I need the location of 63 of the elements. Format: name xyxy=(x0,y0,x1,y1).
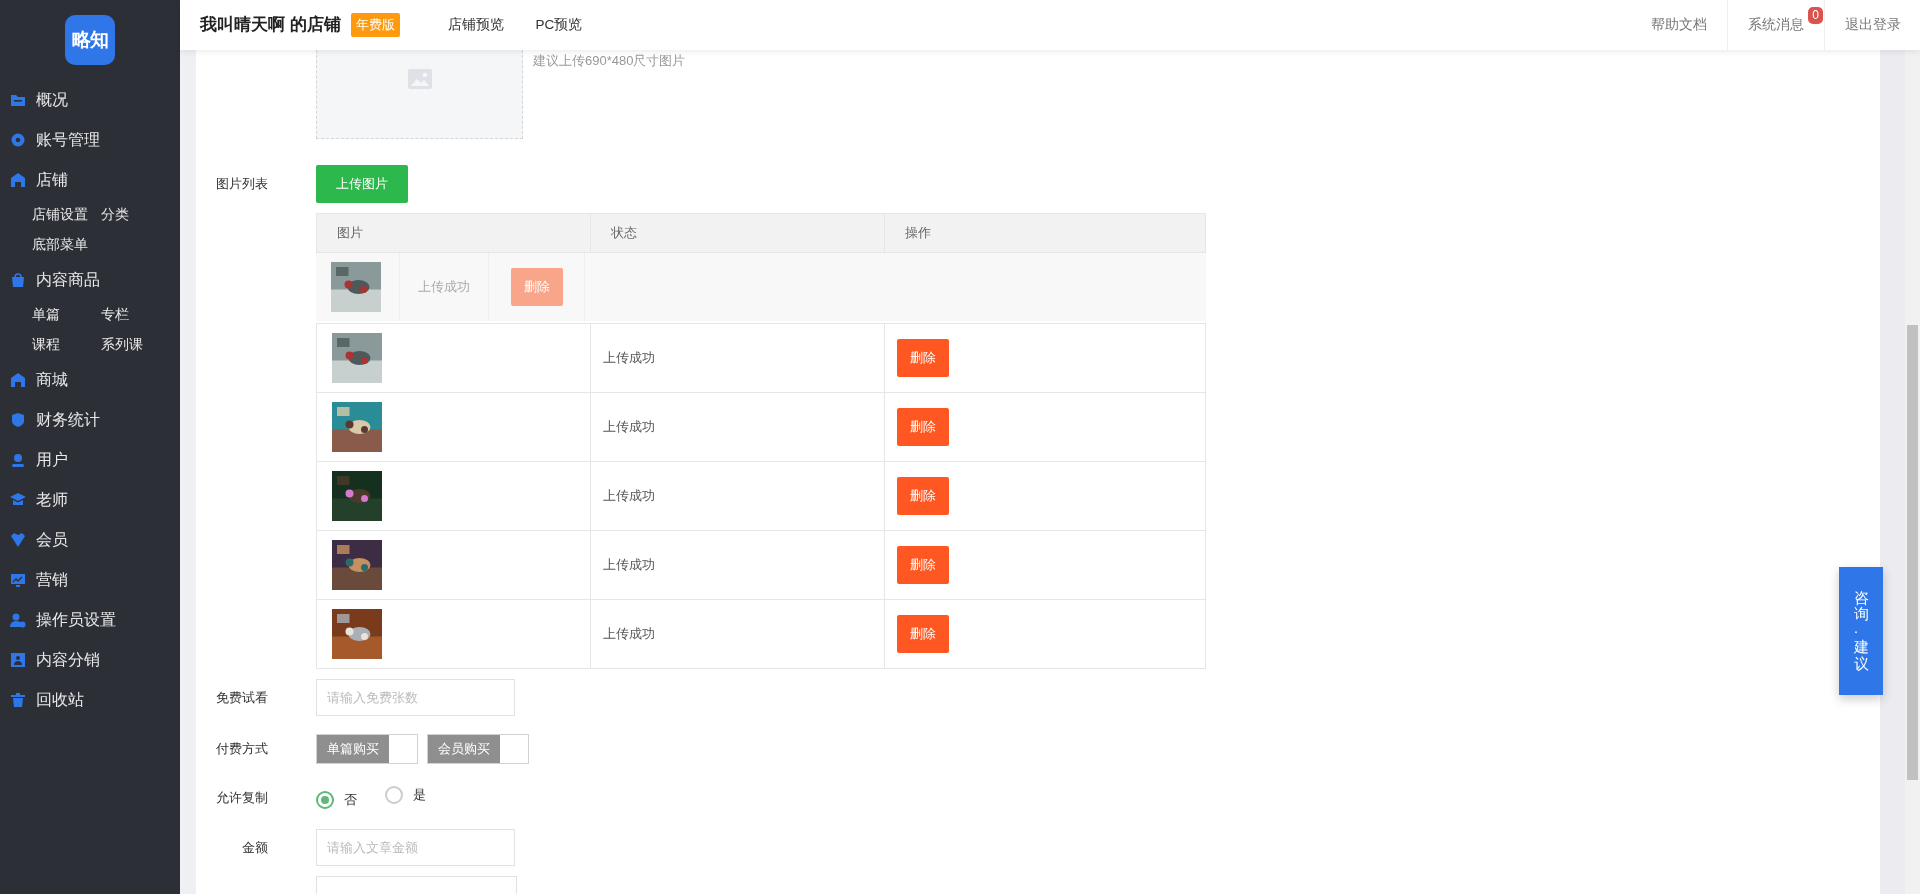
menu-item[interactable]: 回收站 xyxy=(36,689,84,711)
folder-icon xyxy=(10,92,26,108)
column-header: 状态 xyxy=(590,213,884,253)
column-header: 图片 xyxy=(316,213,590,253)
input-field[interactable]: 请输入文章金额 xyxy=(316,829,515,866)
field-label: 允许复制 xyxy=(216,788,268,807)
plan-badge: 年费版 xyxy=(350,13,400,37)
nav-link[interactable]: 店铺预览 xyxy=(447,16,504,34)
radio-label[interactable]: 是 xyxy=(413,786,426,804)
scrollbar[interactable] xyxy=(1905,50,1920,894)
menu-item[interactable]: 用户 xyxy=(36,449,68,471)
menu-item[interactable]: 内容商品 xyxy=(36,269,100,291)
input-field[interactable] xyxy=(316,876,517,894)
feedback-button[interactable]: 咨询·建议 xyxy=(1839,567,1883,695)
menu-item[interactable]: 老师 xyxy=(36,489,68,511)
submenu-item[interactable]: 店铺设置 xyxy=(32,206,88,224)
input-field[interactable]: 请输入免费张数 xyxy=(316,679,515,716)
radio-button[interactable] xyxy=(316,791,334,809)
status-text: 上传成功 xyxy=(603,556,655,574)
menu-item[interactable]: 财务统计 xyxy=(36,409,100,431)
submenu-item[interactable]: 课程 xyxy=(32,336,60,354)
trash-icon xyxy=(10,692,26,708)
submenu-item[interactable]: 系列课 xyxy=(101,336,143,354)
status-text: 上传成功 xyxy=(603,625,655,643)
shop-title: 我叫晴天啊 的店铺 xyxy=(200,14,341,35)
radio-label[interactable]: 否 xyxy=(344,791,357,809)
menu-item[interactable]: 店铺 xyxy=(36,169,68,191)
menu-item[interactable]: 营销 xyxy=(36,569,68,591)
menu-item[interactable]: 内容分销 xyxy=(36,649,100,671)
submenu-item[interactable]: 底部菜单 xyxy=(32,236,88,254)
column-header: 操作 xyxy=(884,213,1206,253)
status-text: 上传成功 xyxy=(603,487,655,505)
chart-icon xyxy=(10,572,26,588)
status-text: 上传成功 xyxy=(603,418,655,436)
menu-item[interactable]: 会员 xyxy=(36,529,68,551)
house-icon xyxy=(10,372,26,388)
user-icon xyxy=(10,452,26,468)
submenu-item[interactable]: 分类 xyxy=(101,206,129,224)
image-upload-area[interactable] xyxy=(316,50,523,139)
field-label: 免费试看 xyxy=(216,688,268,707)
menu-item[interactable]: 商城 xyxy=(36,369,68,391)
shield-icon xyxy=(10,412,26,428)
presentation-icon xyxy=(10,652,26,668)
radio-button[interactable] xyxy=(385,786,403,804)
menu-item[interactable]: 概况 xyxy=(36,89,68,111)
menu-item[interactable]: 操作员设置 xyxy=(36,609,116,631)
menu-item[interactable]: 账号管理 xyxy=(36,129,100,151)
field-label: 图片列表 xyxy=(216,175,268,193)
field-label: 付费方式 xyxy=(216,740,268,758)
upload-hint: 建议上传690*480尺寸图片 xyxy=(533,52,686,70)
user-gear-icon xyxy=(10,612,26,628)
status-text: 上传成功 xyxy=(418,278,470,296)
submenu-item[interactable]: 专栏 xyxy=(101,306,129,324)
graduation-cap-icon xyxy=(10,492,26,508)
header-link[interactable]: 帮助文档 xyxy=(1631,0,1727,50)
status-text: 上传成功 xyxy=(603,349,655,367)
submenu-item[interactable]: 单篇 xyxy=(32,306,60,324)
field-label: 金额 xyxy=(242,838,268,857)
count-badge: 0 xyxy=(1808,7,1823,24)
bag-icon xyxy=(10,272,26,288)
logo[interactable]: 略知 xyxy=(65,15,115,65)
nav-link[interactable]: PC预览 xyxy=(535,16,583,34)
house-icon xyxy=(10,172,26,188)
